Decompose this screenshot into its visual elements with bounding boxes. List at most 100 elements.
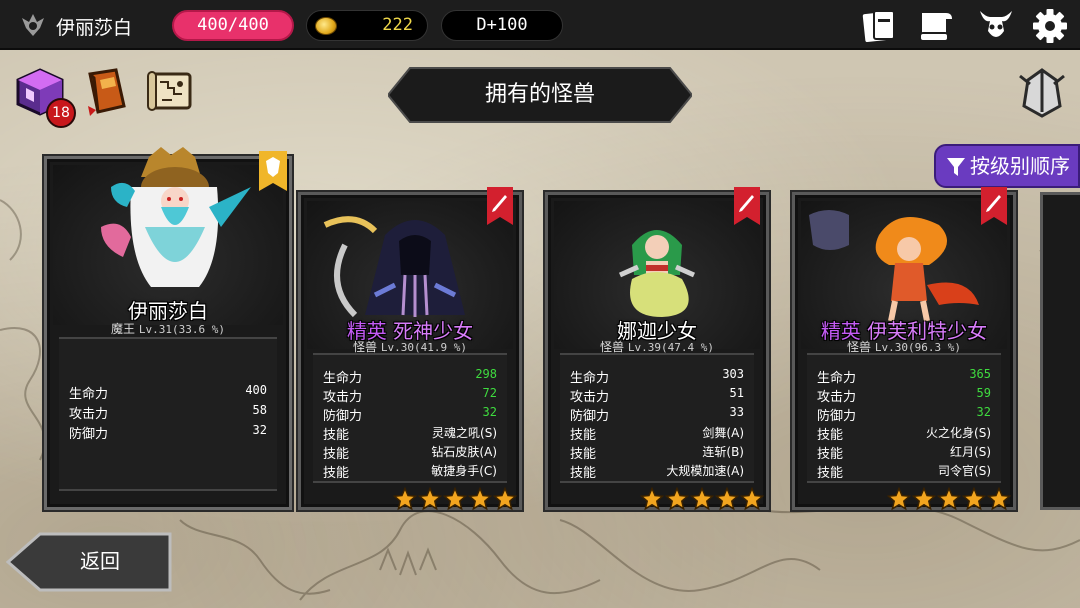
skill-label: 技能 [570, 447, 597, 462]
star-icon [887, 487, 911, 511]
scroll-icon[interactable] [916, 7, 956, 45]
monster-stats-panel: 生命力 298 攻击力 72 防御力 32 技能 灵魂之吼(S) 技能 钻石皮肤(A) 技… [313, 353, 507, 483]
monster-card-partial[interactable] [1040, 192, 1080, 510]
star-icon [962, 487, 986, 511]
monster-card[interactable]: 精英 死神少女 怪兽 Lv.30(41.9 %) 生命力 298 攻击力 72 防御… [298, 187, 522, 511]
monster-card[interactable]: 娜迦少女 怪兽 Lv.39(47.4 %) 生命力 303 攻击力 51 防御力 33… [545, 187, 769, 511]
skill-label: 技能 [817, 466, 844, 481]
stat-value: 33 [729, 405, 744, 419]
stat-row: 生命力 400 [69, 383, 267, 402]
skill-label: 技能 [817, 428, 844, 443]
skill-label: 技能 [323, 428, 350, 443]
stat-label: 防御力 [570, 409, 610, 424]
star-rating [640, 487, 764, 511]
star-icon [912, 487, 936, 511]
leader-level-line: 魔王 Lv.31(33.6 %) [47, 320, 289, 337]
stat-label: 防御力 [69, 427, 109, 442]
skill-value: 钻石皮肤(A) [431, 445, 497, 459]
edit-ribbon-icon[interactable] [487, 187, 513, 225]
grim-reaper-girl-sprite [323, 216, 465, 318]
stat-label: 防御力 [817, 409, 857, 424]
skill-value: 灵魂之吼(S) [432, 426, 497, 440]
star-icon [690, 487, 714, 511]
stat-value: 72 [482, 386, 497, 400]
star-icon [740, 487, 764, 511]
skill-value: 司令官(S) [938, 464, 991, 478]
stat-value: 400 [245, 383, 267, 397]
stat-label: 攻击力 [817, 390, 857, 405]
skill-value: 敏捷身手(C) [431, 464, 497, 478]
skill-label: 技能 [323, 466, 350, 481]
stat-value: 298 [475, 367, 497, 381]
star-rating [393, 487, 517, 511]
cards-icon[interactable] [858, 7, 898, 45]
skill-label: 技能 [817, 447, 844, 462]
monster-card[interactable]: 精英 伊芙利特少女 怪兽 Lv.30(96.3 %) 生命力 365 攻击力 59 … [792, 187, 1016, 511]
star-icon [493, 487, 517, 511]
star-icon [418, 487, 442, 511]
star-icon [715, 487, 739, 511]
stat-label: 攻击力 [69, 407, 109, 422]
sort-by-level-button[interactable]: 按级别顺序 [934, 144, 1080, 188]
star-icon [393, 487, 417, 511]
leader-sprite [101, 147, 251, 287]
stat-value: 365 [969, 367, 991, 381]
stat-label: 生命力 [817, 371, 857, 386]
monster-stats-panel: 生命力 303 攻击力 51 防御力 33 技能 剑舞(A) 技能 连斩(B) 技能 大规模… [560, 353, 754, 483]
stat-label: 攻击力 [323, 390, 363, 405]
book-icon[interactable] [80, 66, 132, 118]
monster-stats-panel: 生命力 365 攻击力 59 防御力 32 技能 火之化身(S) 技能 红月(S) 技能司… [807, 353, 1001, 483]
leader-crest-ribbon [259, 151, 287, 191]
top-bar: 伊丽莎白 400/400 222 D+100 [0, 0, 1080, 50]
helmet-icon[interactable] [1016, 66, 1068, 120]
leader-stats-panel: 生命力 400 攻击力 58 防御力 32 [59, 337, 277, 491]
demon-icon[interactable] [976, 7, 1016, 45]
star-icon [640, 487, 664, 511]
skill-value: 大规模加速(A) [666, 464, 744, 478]
stat-value: 51 [729, 386, 744, 400]
gold-display: 222 [306, 10, 428, 41]
coin-icon [315, 17, 337, 35]
star-rating [887, 487, 1011, 511]
stat-row: 攻击力 58 [69, 403, 267, 422]
day-counter: D+100 [441, 10, 563, 41]
naga-girl-sprite [618, 230, 696, 317]
stat-value: 59 [976, 386, 991, 400]
leader-card[interactable]: 伊丽莎白 魔王 Lv.31(33.6 %) 生命力 400 攻击力 58 防御力… [44, 147, 292, 510]
edit-ribbon-icon[interactable] [981, 187, 1007, 225]
inventory-badge: 18 [46, 98, 76, 128]
star-icon [665, 487, 689, 511]
skill-label: 技能 [323, 447, 350, 462]
edit-ribbon-icon[interactable] [734, 187, 760, 225]
gear-icon[interactable] [1030, 7, 1070, 45]
stat-value: 32 [252, 423, 267, 437]
player-name: 伊丽莎白 [56, 17, 133, 39]
star-icon [987, 487, 1011, 511]
skill-value: 红月(S) [950, 445, 991, 459]
ifrit-girl-sprite [809, 210, 979, 322]
stat-value: 303 [722, 367, 744, 381]
filter-icon [947, 158, 965, 176]
star-icon [937, 487, 961, 511]
stat-label: 生命力 [323, 371, 363, 386]
gold-amount: 222 [382, 15, 413, 35]
monster-role: 怪兽 [353, 340, 378, 354]
hp-display: 400/400 [172, 10, 294, 41]
demon-lord-icon [22, 14, 44, 36]
stat-label: 生命力 [69, 387, 109, 402]
skill-value: 连斩(B) [702, 445, 744, 459]
star-icon [443, 487, 467, 511]
skill-label: 技能 [570, 466, 597, 481]
sort-label: 按级别顺序 [970, 154, 1070, 178]
map-scroll-icon[interactable] [146, 66, 198, 118]
stat-value: 32 [976, 405, 991, 419]
monster-role: 怪兽 [847, 340, 872, 354]
skill-label: 技能 [570, 428, 597, 443]
stat-label: 防御力 [323, 409, 363, 424]
star-icon [468, 487, 492, 511]
stat-label: 攻击力 [570, 390, 610, 405]
stat-label: 生命力 [570, 371, 610, 386]
monster-role: 怪兽 [600, 340, 625, 354]
stat-row: 防御力 32 [69, 423, 267, 442]
skill-value: 剑舞(A) [702, 426, 744, 440]
